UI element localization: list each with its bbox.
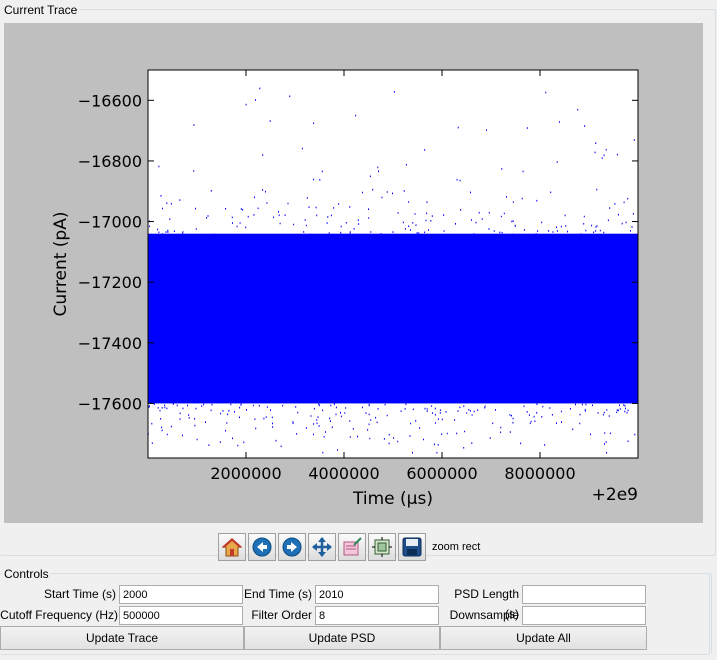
y-tick-label: −17400 — [78, 334, 142, 353]
forward-icon — [282, 537, 302, 557]
update-trace-button[interactable]: Update Trace — [0, 626, 244, 650]
subplots-icon — [372, 537, 392, 557]
current-trace-title: Current Trace — [2, 3, 80, 17]
plot-canvas[interactable]: 2000000 4000000 6000000 8000000 −17600 −1740… — [4, 23, 703, 523]
update-all-button[interactable]: Update All — [440, 626, 647, 650]
y-tick-label: −17000 — [78, 213, 142, 232]
data-band — [148, 233, 638, 404]
x-tick-label: 2000000 — [210, 464, 281, 483]
x-tick-label: 4000000 — [308, 464, 379, 483]
back-icon — [252, 537, 272, 557]
cutoff-frequency-input[interactable] — [119, 606, 243, 625]
y-tick-label: −16600 — [78, 91, 142, 110]
home-icon — [221, 538, 243, 557]
y-axis-label: Current (pA) — [51, 212, 71, 317]
forward-button[interactable] — [278, 533, 306, 561]
y-tick-label: −16800 — [78, 152, 142, 171]
pan-button[interactable] — [308, 533, 336, 561]
end-time-input[interactable] — [315, 585, 439, 604]
home-button[interactable] — [218, 533, 246, 561]
current-trace-chart[interactable]: 2000000 4000000 6000000 8000000 −17600 −1740… — [4, 23, 703, 523]
psd-length-input[interactable] — [522, 585, 646, 604]
panel-divider — [711, 573, 717, 653]
y-tick-label: −17600 — [78, 394, 142, 413]
filter-order-label: Filter Order — [251, 608, 312, 622]
x-offset-label: +2e9 — [592, 485, 638, 505]
back-button[interactable] — [248, 533, 276, 561]
downsample-input[interactable] — [522, 606, 646, 625]
x-tick-label: 8000000 — [504, 464, 575, 483]
cutoff-frequency-label: Cutoff Frequency (Hz) — [0, 608, 118, 622]
update-psd-button[interactable]: Update PSD — [244, 626, 440, 650]
x-axis-label: Time (μs) — [352, 489, 433, 509]
y-tick-label: −17200 — [78, 273, 142, 292]
subplots-button[interactable] — [368, 533, 396, 561]
pan-icon — [312, 537, 332, 557]
end-time-label: End Time (s) — [244, 587, 313, 601]
x-tick-label: 6000000 — [406, 464, 477, 483]
navigation-toolbar: zoom rect — [218, 533, 480, 561]
psd-length-label: PSD Length (s) — [454, 587, 519, 621]
save-button[interactable] — [398, 533, 426, 561]
start-time-input[interactable] — [119, 585, 243, 604]
downsample-label: Downsample — [449, 608, 519, 622]
zoom-icon — [343, 537, 362, 556]
save-icon — [402, 537, 422, 557]
start-time-label: Start Time (s) — [43, 587, 116, 601]
zoom-button[interactable] — [338, 533, 366, 561]
filter-order-input[interactable] — [315, 606, 439, 625]
toolbar-status: zoom rect — [432, 541, 481, 553]
controls-title: Controls — [2, 567, 51, 581]
